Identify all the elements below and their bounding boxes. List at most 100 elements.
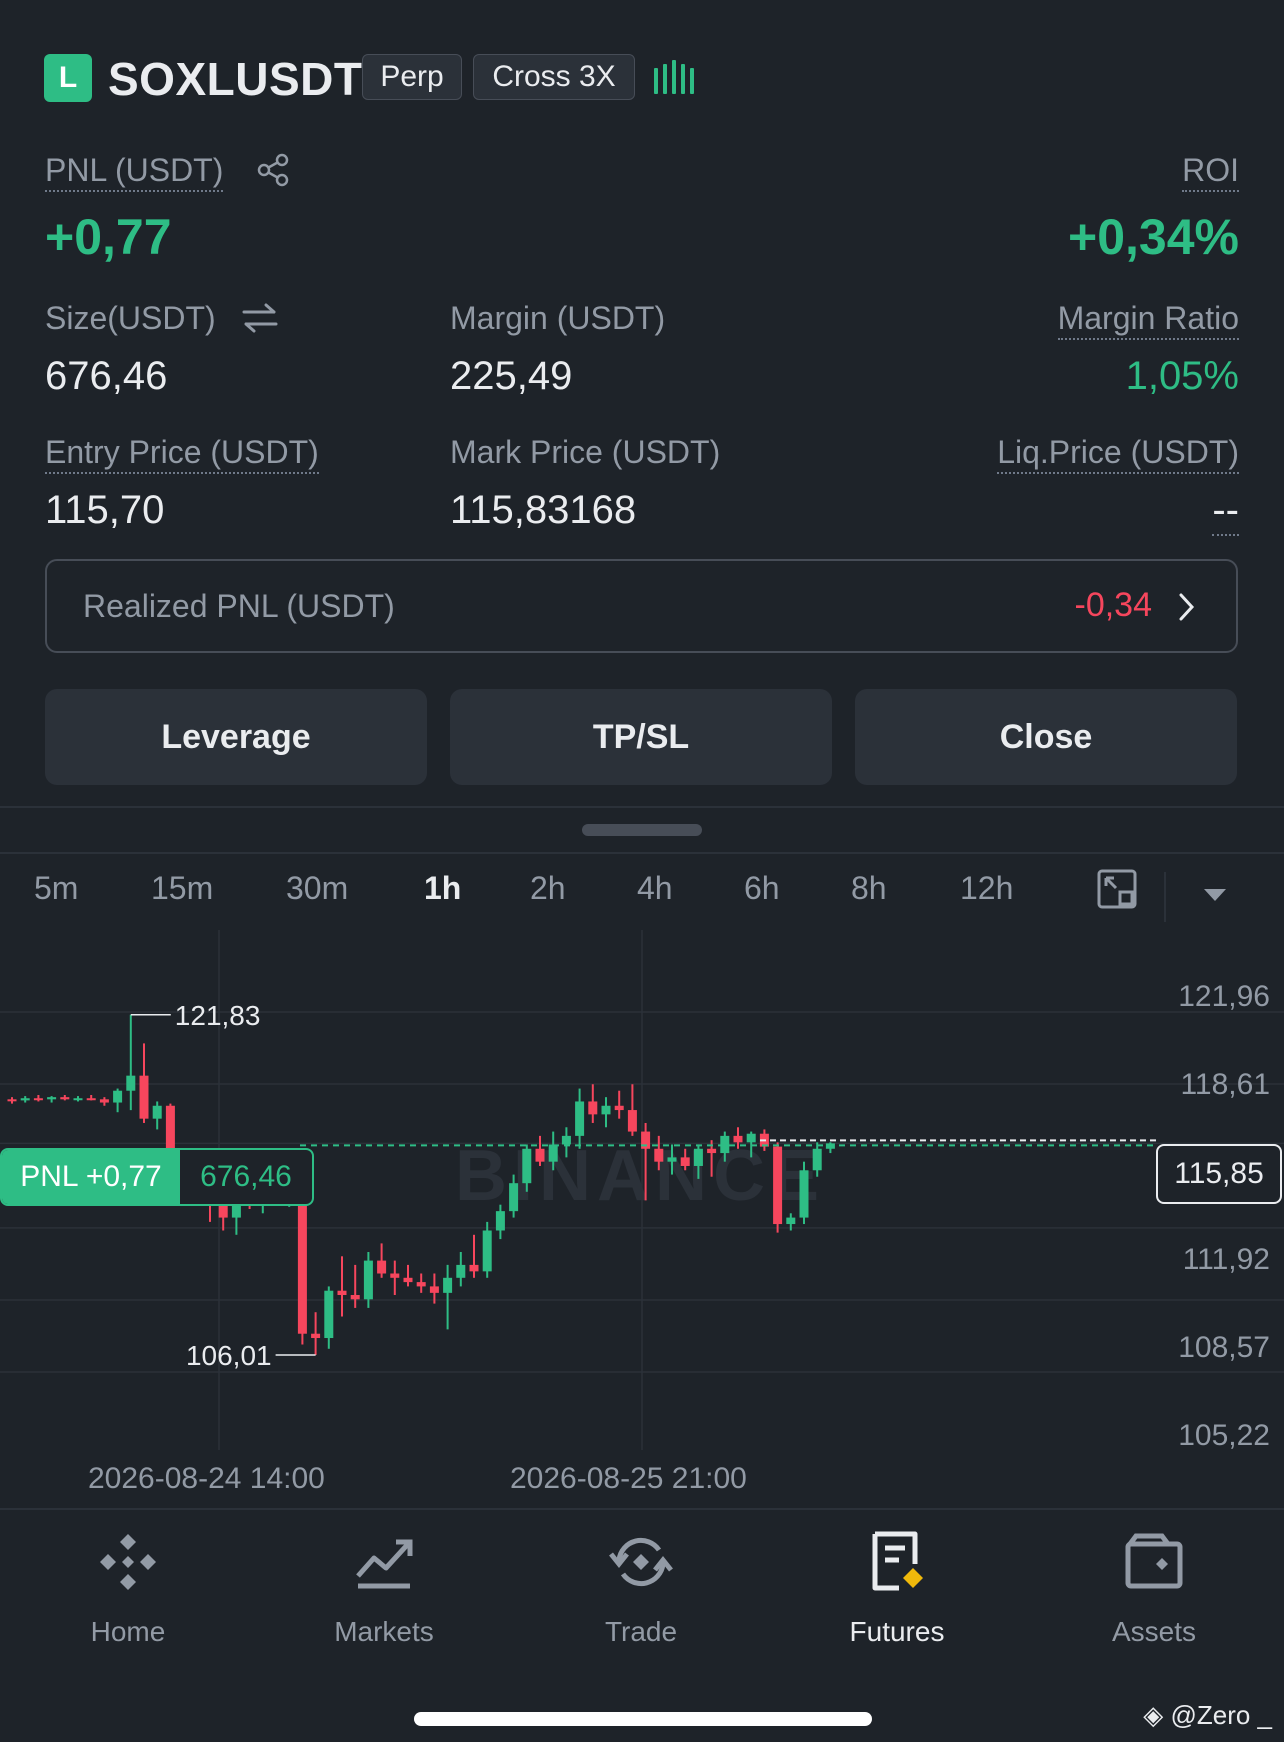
candle-body (786, 1217, 796, 1225)
nav-trade-label[interactable]: Trade (541, 1616, 741, 1648)
tab-2h[interactable]: 2h (530, 870, 566, 907)
candle-body (403, 1277, 413, 1283)
tab-1h[interactable]: 1h (424, 870, 461, 907)
liq-price-value[interactable]: -- (1212, 488, 1239, 536)
candle-body (667, 1157, 677, 1162)
nav-home[interactable] (28, 1530, 228, 1599)
y-tick-label: 105,22 (1178, 1419, 1270, 1452)
candle-body (469, 1264, 479, 1272)
candle-body (139, 1075, 149, 1119)
leverage-button[interactable]: Leverage (45, 689, 427, 785)
candle-body (7, 1099, 17, 1102)
tab-30m[interactable]: 30m (286, 870, 348, 907)
nav-markets[interactable] (284, 1530, 484, 1599)
current-price-label: 115,85 (1156, 1144, 1282, 1204)
realized-pnl-row[interactable]: Realized PNL (USDT) -0,34 (45, 559, 1238, 653)
realized-pnl-label: Realized PNL (USDT) (83, 588, 395, 624)
candle-body (535, 1148, 545, 1162)
corner-watermark-text: @Zero _ (1170, 1700, 1272, 1730)
liq-price-label[interactable]: Liq.Price (USDT) (997, 434, 1239, 474)
candle-body (337, 1290, 347, 1296)
position-pnl-text: PNL +0,77 (2, 1150, 180, 1204)
entry-price-label[interactable]: Entry Price (USDT) (45, 434, 319, 474)
dropdown-arrow-icon[interactable] (1202, 886, 1228, 904)
futures-doc-icon (872, 1531, 923, 1591)
nav-assets[interactable] (1054, 1530, 1254, 1599)
candle-body (680, 1157, 690, 1166)
tab-4h[interactable]: 4h (637, 870, 673, 907)
tab-6h[interactable]: 6h (744, 870, 780, 907)
y-tick-label: 118,61 (1180, 1068, 1270, 1101)
candle-body (575, 1101, 585, 1136)
tpsl-button[interactable]: TP/SL (450, 689, 832, 785)
symbol-title[interactable]: SOXLUSDT (108, 52, 362, 106)
diamond-icon: ◈ (1143, 1700, 1164, 1730)
position-size-text: 676,46 (200, 1160, 292, 1193)
candle-body (654, 1148, 664, 1162)
candle-body (627, 1110, 637, 1132)
nav-home-label[interactable]: Home (28, 1616, 228, 1648)
candle-body (113, 1090, 123, 1103)
high-price-marker: 121,83 (175, 1000, 261, 1031)
share-icon[interactable] (255, 152, 291, 188)
candle-body (548, 1144, 558, 1162)
candle-body (509, 1183, 519, 1212)
nav-futures-label[interactable]: Futures (797, 1616, 997, 1648)
y-tick-label: 121,96 (1178, 980, 1270, 1013)
tab-divider (1164, 872, 1166, 922)
candle-body (614, 1105, 624, 1111)
nav-markets-label[interactable]: Markets (284, 1616, 484, 1648)
chart-trend-icon (356, 1539, 413, 1589)
pnl-label[interactable]: PNL (USDT) (45, 152, 224, 192)
wallet-icon (1125, 1533, 1183, 1589)
candle-body (495, 1211, 505, 1231)
tab-15m[interactable]: 15m (151, 870, 213, 907)
candle-body (363, 1260, 373, 1300)
tab-8h[interactable]: 8h (851, 870, 887, 907)
expand-chart-icon[interactable] (1096, 868, 1138, 910)
candle-body (47, 1097, 57, 1100)
roi-value: +0,34% (1068, 209, 1239, 265)
swap-arrows-icon[interactable] (240, 300, 280, 336)
tab-5m[interactable]: 5m (34, 870, 78, 907)
candle-body (218, 1204, 228, 1218)
roi-label[interactable]: ROI (1182, 152, 1239, 192)
close-position-button[interactable]: Close (855, 689, 1237, 785)
x-tick-label: 2026-08-25 21:00 (510, 1462, 747, 1495)
nav-assets-label[interactable]: Assets (1054, 1616, 1254, 1648)
nav-futures[interactable] (797, 1530, 997, 1599)
candle-body (812, 1148, 822, 1171)
home-indicator[interactable] (414, 1712, 872, 1726)
mark-price-label: Mark Price (USDT) (450, 434, 721, 470)
margin-mode-tag[interactable]: Cross 3X (473, 54, 635, 100)
entry-price-value: 115,70 (45, 488, 165, 532)
candle-body (443, 1277, 453, 1293)
candle-body (33, 1098, 43, 1101)
candle-body (297, 1191, 307, 1334)
candle-body (799, 1170, 809, 1218)
margin-ratio-label[interactable]: Margin Ratio (1057, 300, 1239, 340)
tab-12h[interactable]: 12h (960, 870, 1013, 907)
candle-body (482, 1230, 492, 1272)
candle-body (60, 1097, 70, 1100)
candle-body (601, 1105, 611, 1115)
candle-body (73, 1098, 83, 1101)
margin-value: 225,49 (450, 354, 573, 398)
swap-cycle-icon (609, 1538, 673, 1586)
realized-pnl-value: -0,34 (1074, 586, 1153, 624)
drag-handle[interactable] (582, 824, 702, 836)
candle-body (733, 1135, 743, 1143)
nav-divider (0, 1508, 1284, 1510)
position-pnl-pill[interactable]: PNL +0,77 676,46 (0, 1148, 314, 1206)
pnl-value: +0,77 (45, 209, 172, 265)
long-side-badge: L (44, 54, 92, 102)
margin-label: Margin (USDT) (450, 300, 666, 336)
size-value: 676,46 (45, 354, 168, 398)
section-divider (0, 806, 1284, 808)
x-tick-label: 2026-08-24 14:00 (88, 1462, 325, 1495)
y-tick-label: 111,92 (1182, 1243, 1270, 1276)
candle-body (126, 1075, 136, 1091)
candle-body (746, 1133, 756, 1143)
nav-trade[interactable] (541, 1530, 741, 1599)
candle-body (350, 1295, 360, 1300)
